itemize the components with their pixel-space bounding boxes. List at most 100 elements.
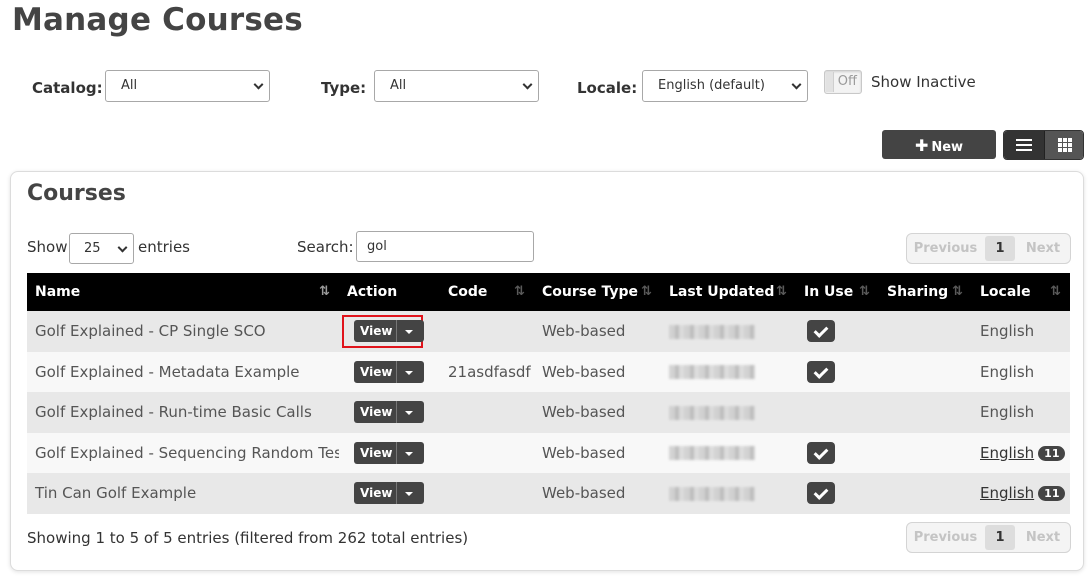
toggle-state-label: Off: [837, 74, 857, 89]
view-button[interactable]: View: [354, 482, 424, 505]
cell-in-use: [796, 351, 879, 392]
chevron-down-icon: [522, 79, 533, 90]
checkmark-icon: [807, 320, 835, 343]
cell-name: Golf Explained - CP Single SCO: [27, 311, 339, 352]
cell-code: [440, 473, 534, 514]
catalog-select[interactable]: All: [105, 70, 270, 102]
cell-locale: English: [972, 392, 1070, 433]
table-row: Golf Explained - Metadata Example View 21a…: [27, 351, 1070, 392]
entries-select-value: 25: [84, 241, 101, 256]
list-view-button[interactable]: [1004, 131, 1044, 159]
checkmark-icon: [807, 360, 835, 383]
cell-in-use: [796, 473, 879, 514]
locale-link[interactable]: English: [980, 484, 1034, 502]
column-header-action: Action: [339, 273, 440, 311]
table-row: Tin Can Golf Example View Web-based English…: [27, 473, 1070, 514]
caret-down-icon: [405, 370, 413, 375]
filter-bar: Catalog: All Type: All Locale: English (…: [0, 70, 1092, 102]
redacted-date: [669, 405, 755, 420]
pagination-page-1[interactable]: 1: [985, 236, 1015, 261]
pagination-previous[interactable]: Previous: [913, 523, 978, 552]
column-header-last-updated[interactable]: Last Updated ⇅: [661, 273, 796, 311]
cell-name: Tin Can Golf Example: [27, 473, 339, 514]
pagination-page-1[interactable]: 1: [985, 525, 1015, 550]
locale-text: English: [980, 362, 1035, 381]
pagination-previous[interactable]: Previous: [913, 234, 978, 263]
cell-last-updated: [661, 311, 796, 352]
caret-down-icon: [405, 330, 413, 335]
locale-select[interactable]: English (default): [642, 70, 808, 102]
entries-select[interactable]: 25: [69, 233, 134, 264]
cell-name: Golf Explained - Sequencing Random Test: [27, 432, 348, 473]
pagination-next[interactable]: Next: [1019, 234, 1067, 263]
type-select[interactable]: All: [374, 70, 539, 102]
cell-action: View: [339, 432, 440, 473]
cell-locale: English 11: [972, 432, 1070, 473]
view-button[interactable]: View: [354, 360, 424, 383]
cell-course-type: Web-based: [534, 432, 661, 473]
new-course-button[interactable]: ✚New Course: [882, 130, 996, 184]
sort-icon: ⇅: [319, 284, 330, 299]
cell-last-updated: [661, 473, 796, 514]
cell-code: [440, 392, 534, 433]
table-row: Golf Explained - Sequencing Random Test V…: [27, 432, 1070, 473]
cell-in-use: [796, 311, 879, 352]
type-label: Type:: [321, 79, 367, 97]
cell-sharing: [879, 392, 972, 433]
checkmark-icon: [807, 482, 835, 505]
redacted-date: [669, 324, 755, 339]
view-button[interactable]: View: [354, 401, 424, 424]
column-header-locale[interactable]: Locale ⇅: [972, 273, 1070, 311]
redacted-date: [669, 486, 755, 501]
column-header-name[interactable]: Name ⇅: [27, 273, 339, 311]
show-entries: Show 25 entries: [27, 233, 327, 264]
grid-view-button[interactable]: [1044, 131, 1083, 159]
checkmark-icon: [807, 441, 835, 464]
cell-name: Golf Explained - Run-time Basic Calls: [27, 392, 339, 433]
locale-text: English: [980, 322, 1035, 341]
toggle-knob: [826, 72, 834, 92]
cell-locale: English 11: [972, 473, 1070, 514]
pagination-top: Previous 1 Next: [906, 233, 1071, 264]
cell-action: View: [339, 473, 440, 514]
cell-action: View: [339, 392, 440, 433]
column-header-course-type[interactable]: Course Type ⇅: [534, 273, 661, 311]
cell-course-type: Web-based: [534, 311, 661, 352]
courses-table: Name ⇅ Action Code ⇅ Course Type ⇅ Last Upd…: [27, 273, 1070, 514]
locale-count-badge: 11: [1038, 445, 1066, 461]
cell-sharing: [879, 432, 972, 473]
cell-last-updated: [661, 392, 796, 433]
table-row: Golf Explained - Run-time Basic Calls Vie…: [27, 392, 1070, 433]
caret-down-icon: [405, 411, 413, 416]
sort-icon: ⇅: [859, 284, 870, 299]
cell-action: View: [339, 351, 440, 392]
sort-icon: ⇅: [514, 284, 525, 299]
sort-icon: ⇅: [952, 284, 963, 299]
search-input[interactable]: [356, 231, 534, 262]
table-summary: Showing 1 to 5 of 5 entries (filtered fr…: [27, 529, 469, 547]
cell-code: 21asdfasdf: [440, 351, 534, 392]
cell-code: [440, 311, 534, 352]
view-button[interactable]: View: [354, 441, 424, 464]
pagination-next[interactable]: Next: [1019, 523, 1067, 552]
locale-count-badge: 11: [1038, 486, 1066, 502]
column-header-in-use[interactable]: In Use ⇅: [796, 273, 879, 311]
view-mode-toggle: [1003, 130, 1084, 160]
chevron-down-icon: [253, 79, 264, 90]
caret-down-icon: [405, 451, 413, 456]
locale-link[interactable]: English: [980, 444, 1034, 462]
sort-icon: ⇅: [776, 284, 787, 299]
column-header-code[interactable]: Code ⇅: [440, 273, 534, 311]
catalog-label: Catalog:: [32, 79, 103, 97]
cell-code: [440, 432, 534, 473]
entries-label: entries: [138, 238, 190, 256]
type-select-value: All: [390, 78, 407, 93]
sort-icon: ⇅: [641, 284, 652, 299]
chevron-down-icon: [117, 242, 128, 253]
column-header-sharing[interactable]: Sharing ⇅: [879, 273, 972, 311]
cell-in-use: [796, 432, 879, 473]
view-button[interactable]: View: [354, 320, 424, 343]
show-inactive-toggle[interactable]: Off: [824, 70, 862, 94]
table-header-row: Name ⇅ Action Code ⇅ Course Type ⇅ Last Upd…: [27, 273, 1070, 311]
locale-text: English: [980, 403, 1035, 422]
